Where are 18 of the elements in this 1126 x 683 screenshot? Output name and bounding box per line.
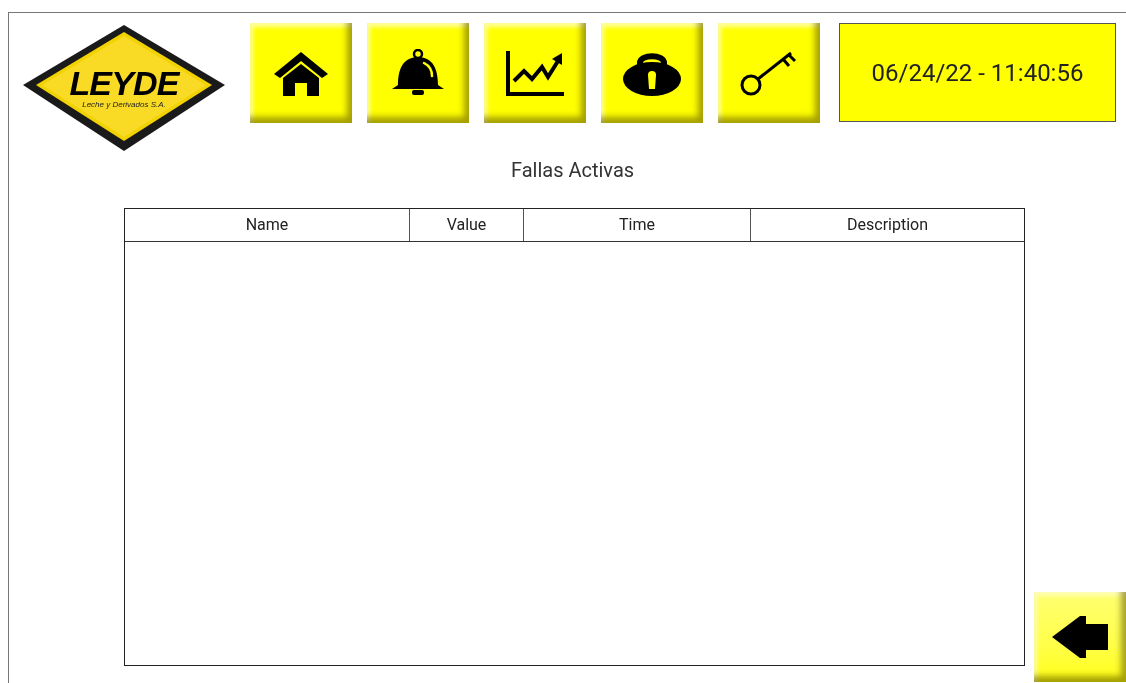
back-button[interactable]	[1034, 592, 1126, 682]
brand-name: LEYDE	[69, 66, 179, 100]
trend-button[interactable]	[484, 23, 586, 123]
alarm-button[interactable]	[367, 23, 469, 123]
column-header[interactable]: Name	[125, 209, 409, 241]
key-icon	[739, 49, 799, 97]
home-icon	[272, 50, 330, 96]
column-header[interactable]: Description	[750, 209, 1025, 241]
column-header[interactable]: Time	[523, 209, 750, 241]
chart-icon	[504, 49, 566, 97]
home-button[interactable]	[250, 23, 352, 123]
left-arrow-icon	[1052, 614, 1109, 660]
column-header[interactable]: Value	[409, 209, 523, 241]
brand-tagline: Leche y Derivados S.A.	[82, 100, 166, 110]
lock-button[interactable]	[601, 23, 703, 123]
key-button[interactable]	[718, 23, 820, 123]
page-title: Fallas Activas	[510, 157, 635, 183]
date-time-display: 06/24/22 - 11:40:56	[839, 23, 1116, 122]
